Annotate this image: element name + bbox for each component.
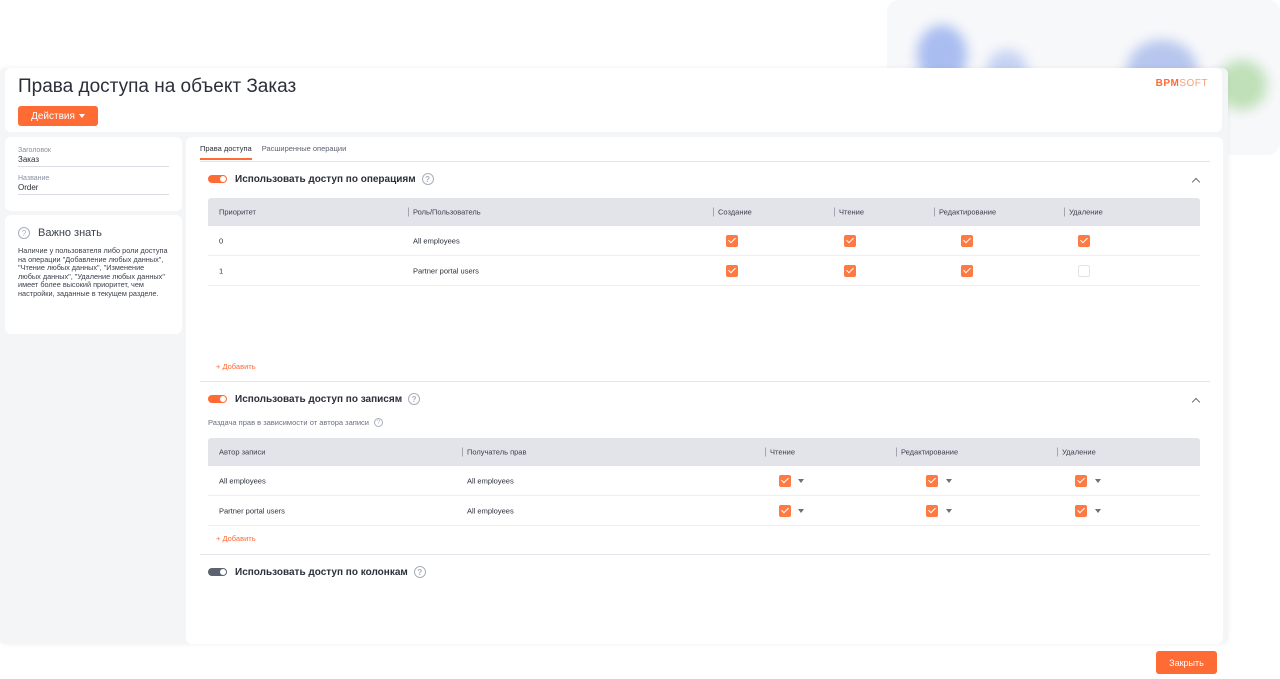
help-icon[interactable]: ? bbox=[373, 418, 383, 427]
operations-grid: Приоритет Роль/Пользователь Создание Чте… bbox=[208, 198, 1200, 286]
important-info-card: ? Важно знать Наличие у пользователя либ… bbox=[5, 215, 182, 334]
columns-title: Использовать доступ по колонкам bbox=[235, 566, 408, 578]
operations-section-header: Использовать доступ по операциям ? bbox=[208, 173, 434, 185]
role-cell: All employees bbox=[413, 236, 460, 245]
tab-extended-operations[interactable]: Расширенные операции bbox=[262, 144, 347, 160]
bpmsoft-logo: BPMSOFT bbox=[1155, 78, 1208, 89]
caption-field: Заголовок Заказ bbox=[18, 147, 169, 167]
edit-checkbox[interactable] bbox=[926, 474, 938, 487]
column-header[interactable]: Удаление bbox=[1062, 448, 1096, 457]
chevron-up-icon[interactable] bbox=[1191, 397, 1201, 407]
close-button[interactable]: Закрыть bbox=[1156, 651, 1217, 674]
content-panel: Права доступа Расширенные операции Испол… bbox=[186, 137, 1223, 644]
add-operation-link[interactable]: + Добавить bbox=[216, 362, 256, 371]
column-header[interactable]: Чтение bbox=[770, 448, 795, 457]
column-header[interactable]: Автор записи bbox=[219, 448, 265, 457]
columns-section-header: Использовать доступ по колонкам ? bbox=[208, 566, 426, 578]
records-subtitle: Раздача прав в зависимости от автора зап… bbox=[208, 418, 383, 427]
create-checkbox[interactable] bbox=[726, 264, 738, 277]
object-info-card: Заголовок Заказ Название Order bbox=[5, 137, 182, 211]
tabs-divider bbox=[200, 161, 1210, 162]
edit-checkbox[interactable] bbox=[961, 264, 973, 277]
columns-toggle[interactable] bbox=[208, 568, 227, 576]
delete-checkbox[interactable] bbox=[1078, 264, 1090, 277]
records-subtitle-text: Раздача прав в зависимости от автора зап… bbox=[208, 418, 369, 427]
table-row[interactable]: 1 Partner portal users bbox=[208, 256, 1200, 286]
tab-access-rights[interactable]: Права доступа bbox=[200, 144, 252, 160]
help-icon[interactable]: ? bbox=[421, 173, 434, 185]
chevron-up-icon[interactable] bbox=[1191, 177, 1201, 187]
info-title: Важно знать bbox=[38, 227, 102, 239]
help-icon[interactable]: ? bbox=[413, 566, 426, 578]
chevron-down-icon[interactable] bbox=[946, 478, 952, 483]
delete-checkbox[interactable] bbox=[1078, 234, 1090, 247]
column-header[interactable]: Чтение bbox=[839, 208, 864, 217]
field-caption: Заголовок bbox=[18, 147, 51, 154]
modal-header: Права доступа на объект Заказ Действия B… bbox=[5, 68, 1222, 132]
column-header[interactable]: Редактирование bbox=[901, 448, 958, 457]
operations-title: Использовать доступ по операциям bbox=[235, 173, 416, 185]
chevron-down-icon[interactable] bbox=[1095, 508, 1101, 513]
records-title: Использовать доступ по записям bbox=[235, 393, 403, 405]
help-icon: ? bbox=[18, 227, 30, 239]
add-record-link[interactable]: + Добавить bbox=[216, 534, 256, 543]
read-checkbox[interactable] bbox=[844, 264, 856, 277]
actions-button[interactable]: Действия bbox=[18, 106, 98, 126]
tabs: Права доступа Расширенные операции bbox=[200, 144, 346, 160]
table-row[interactable]: All employees All employees bbox=[208, 466, 1200, 496]
read-checkbox[interactable] bbox=[779, 474, 791, 487]
chevron-down-icon[interactable] bbox=[798, 478, 804, 483]
author-cell: All employees bbox=[219, 476, 266, 485]
read-checkbox[interactable] bbox=[779, 504, 791, 517]
access-rights-modal: Права доступа на объект Заказ Действия B… bbox=[0, 68, 1228, 644]
role-cell: Partner portal users bbox=[413, 266, 479, 275]
column-header[interactable]: Роль/Пользователь bbox=[413, 208, 481, 217]
records-toggle[interactable] bbox=[208, 395, 227, 403]
edit-checkbox[interactable] bbox=[961, 234, 973, 247]
grid-header: Автор записи Получатель прав Чтение Реда… bbox=[208, 438, 1200, 466]
column-header[interactable]: Создание bbox=[718, 208, 752, 217]
author-cell: Partner portal users bbox=[219, 506, 285, 515]
help-icon[interactable]: ? bbox=[408, 393, 421, 405]
records-section-header: Использовать доступ по записям ? bbox=[208, 393, 421, 405]
table-row[interactable]: Partner portal users All employees bbox=[208, 496, 1200, 526]
column-header[interactable]: Приоритет bbox=[219, 208, 256, 217]
table-row[interactable]: 0 All employees bbox=[208, 226, 1200, 256]
column-header[interactable]: Получатель прав bbox=[467, 448, 526, 457]
actions-button-label: Действия bbox=[31, 110, 75, 122]
delete-checkbox[interactable] bbox=[1075, 504, 1087, 517]
records-grid: Автор записи Получатель прав Чтение Реда… bbox=[208, 438, 1200, 526]
name-field: Название Order bbox=[18, 175, 169, 195]
chevron-down-icon[interactable] bbox=[798, 508, 804, 513]
priority-cell: 1 bbox=[219, 266, 224, 275]
section-divider bbox=[200, 381, 1210, 382]
field-value[interactable]: Order bbox=[18, 183, 169, 192]
delete-checkbox[interactable] bbox=[1075, 474, 1087, 487]
grid-header: Приоритет Роль/Пользователь Создание Чте… bbox=[208, 198, 1200, 226]
grantee-cell: All employees bbox=[467, 476, 514, 485]
operations-toggle[interactable] bbox=[208, 175, 227, 183]
column-header[interactable]: Редактирование bbox=[939, 208, 996, 217]
create-checkbox[interactable] bbox=[726, 234, 738, 247]
field-value[interactable]: Заказ bbox=[18, 155, 169, 164]
edit-checkbox[interactable] bbox=[926, 504, 938, 517]
column-header[interactable]: Удаление bbox=[1069, 208, 1103, 217]
read-checkbox[interactable] bbox=[844, 234, 856, 247]
info-text: Наличие у пользователя либо роли доступа… bbox=[18, 246, 168, 298]
chevron-down-icon[interactable] bbox=[946, 508, 952, 513]
grantee-cell: All employees bbox=[467, 506, 514, 515]
chevron-down-icon bbox=[78, 114, 85, 118]
priority-cell: 0 bbox=[219, 236, 224, 245]
chevron-down-icon[interactable] bbox=[1095, 478, 1101, 483]
field-caption: Название bbox=[18, 175, 50, 182]
page-title: Права доступа на объект Заказ bbox=[18, 76, 297, 97]
section-divider bbox=[200, 554, 1210, 555]
